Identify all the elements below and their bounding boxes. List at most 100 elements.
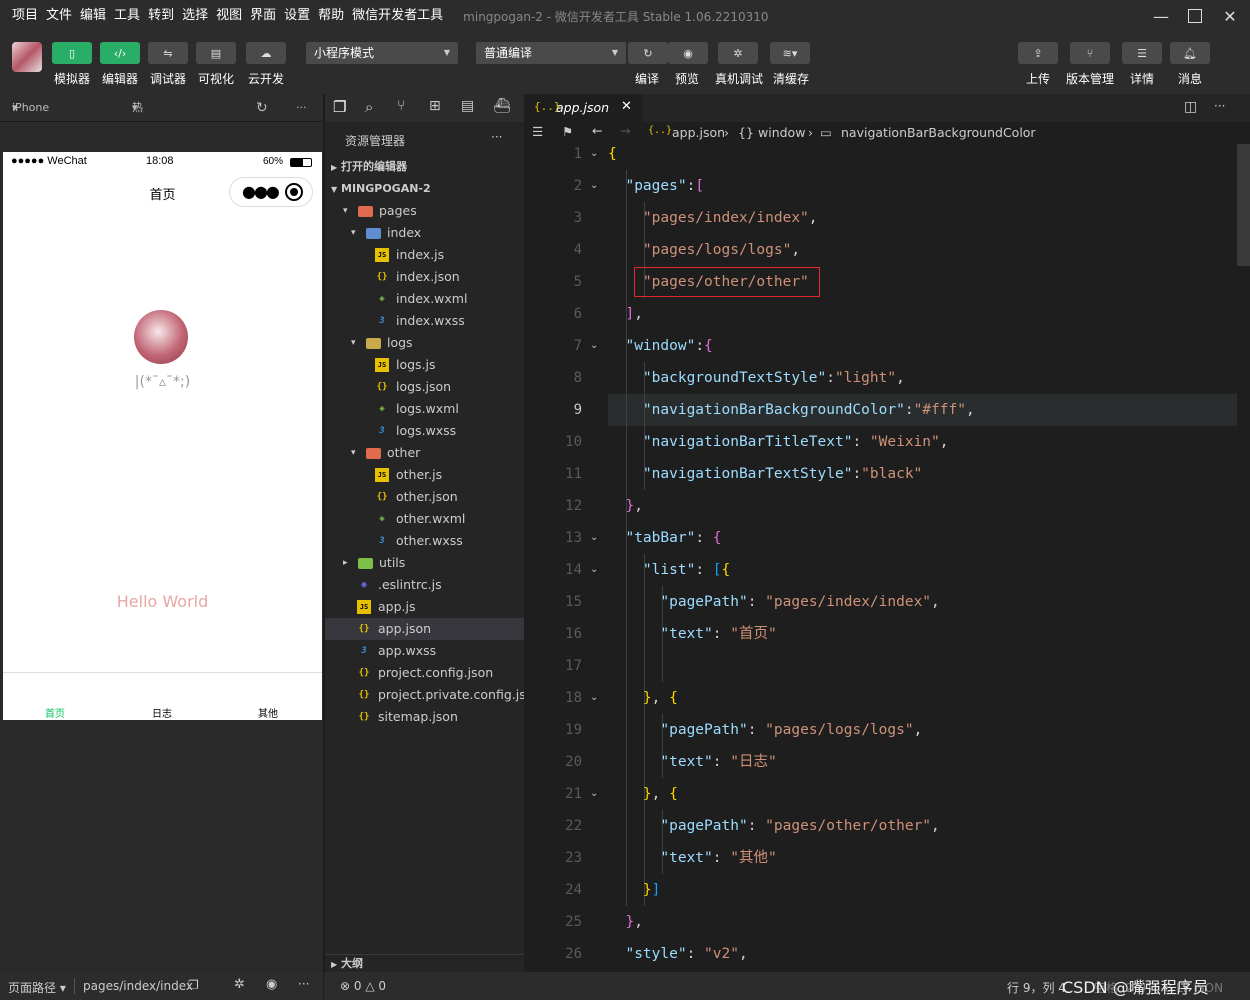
remote-debug-button[interactable]: 真机调试 [715, 70, 763, 87]
source-control-icon[interactable]: ⑂ [397, 98, 405, 114]
tree-item[interactable]: {} logs.json [325, 376, 524, 398]
breadcrumb-file[interactable]: app.json [672, 125, 725, 140]
menu-item[interactable]: 转到 [144, 0, 178, 32]
menu-item[interactable]: 帮助 [314, 0, 348, 32]
more-dots-icon[interactable]: ●●● [242, 182, 280, 201]
bug-icon[interactable]: ✲ [234, 977, 245, 992]
layers-icon[interactable]: ≋▾ [770, 42, 810, 64]
tree-item[interactable]: ◈ other.wxml [325, 508, 524, 530]
upload-icon[interactable]: ⇪ [1018, 42, 1058, 64]
tree-item[interactable]: ▾ other [325, 442, 524, 464]
breadcrumb-key[interactable]: navigationBarBackgroundColor [841, 125, 1036, 140]
visual-button[interactable]: 可视化 [198, 70, 234, 87]
simulator-icon[interactable]: ▯ [52, 42, 92, 64]
messages-button[interactable]: 消息 [1178, 70, 1202, 87]
tree-item[interactable]: 3 logs.wxss [325, 420, 524, 442]
tree-item[interactable]: 3 app.wxss [325, 640, 524, 662]
panel-icon[interactable]: ▤ [461, 98, 474, 114]
tree-item[interactable]: JS logs.js [325, 354, 524, 376]
tree-item[interactable]: ▸ utils [325, 552, 524, 574]
branch-icon[interactable]: ⑂ [1070, 42, 1110, 64]
preview-button[interactable]: 预览 [675, 70, 699, 87]
tree-item[interactable]: {} project.private.config.js... [325, 684, 538, 706]
bookmark-icon[interactable]: ⚑ [562, 124, 573, 139]
tab-other[interactable]: 其他 [258, 705, 278, 720]
more-icon[interactable]: ··· [491, 130, 502, 144]
clear-cache-button[interactable]: 清缓存 [773, 70, 809, 87]
debugger-button[interactable]: 调试器 [150, 70, 186, 87]
tree-item[interactable]: {} other.json [325, 486, 524, 508]
version-button[interactable]: 版本管理 [1066, 70, 1114, 87]
bug-icon[interactable]: ✲ [718, 42, 758, 64]
debugger-icon[interactable]: ⇋ [148, 42, 188, 64]
tree-item[interactable]: 3 index.wxss [325, 310, 524, 332]
outline-section[interactable]: ▶ 大纲 [325, 954, 524, 972]
copy-icon[interactable]: ❐ [188, 978, 199, 992]
eye-icon[interactable]: ◉ [668, 42, 708, 64]
tree-item[interactable]: 3 other.wxss [325, 530, 524, 552]
close-icon[interactable]: ✕ [621, 99, 632, 114]
more-icon[interactable]: ··· [298, 977, 309, 991]
files-icon[interactable]: ❐ [333, 98, 346, 116]
menu-icon[interactable]: ☰ [1122, 42, 1162, 64]
menu-item[interactable]: 文件 [42, 0, 76, 32]
menu-item[interactable]: 项目 [8, 0, 42, 32]
hot-reload-toggle[interactable]: 热重载 开 ▾ [132, 94, 143, 198]
menu-item[interactable]: 选择 [178, 0, 212, 32]
compile-select[interactable]: 普通编译 ▼ [476, 42, 626, 64]
scrollbar-thumb[interactable] [1237, 144, 1250, 266]
editor-button[interactable]: 编辑器 [102, 70, 138, 87]
close-mini-icon[interactable] [285, 183, 303, 201]
tree-item[interactable]: JS app.js [325, 596, 524, 618]
fold-icon[interactable]: ⌄ [590, 522, 598, 554]
docker-icon[interactable]: ⛴ [493, 98, 511, 114]
scrollbar[interactable] [1237, 144, 1250, 972]
details-button[interactable]: 详情 [1130, 70, 1154, 87]
fold-icon[interactable]: ⌄ [590, 682, 598, 714]
menu-item[interactable]: 界面 [246, 0, 280, 32]
cursor-position[interactable]: 行 9，列 4 [1007, 979, 1066, 996]
menu-item[interactable]: 编辑 [76, 0, 110, 32]
problems-count[interactable]: ⊗ 0 △ 0 [340, 979, 386, 993]
upload-button[interactable]: 上传 [1026, 70, 1050, 87]
fold-icon[interactable]: ⌄ [590, 330, 598, 362]
eye-icon[interactable]: ◉ [266, 977, 277, 992]
close-icon[interactable]: ✕ [1215, 0, 1245, 32]
bell-icon[interactable]: 🔔︎ [1170, 42, 1210, 64]
visual-icon[interactable]: ▤ [196, 42, 236, 64]
tab-home[interactable]: 首页 [45, 705, 65, 720]
editor-icon[interactable]: ‹/› [100, 42, 140, 64]
avatar[interactable] [12, 42, 42, 72]
minimize-icon[interactable]: — [1146, 0, 1176, 32]
tree-item[interactable]: ▾ index [325, 222, 524, 244]
menu-item[interactable]: 微信开发者工具 [348, 0, 447, 32]
refresh-icon[interactable]: ↻ [628, 42, 668, 64]
breadcrumb-window[interactable]: window [758, 125, 805, 140]
tab-app-json[interactable]: {..} app.json ✕ [524, 94, 642, 122]
tree-item[interactable]: ▾ pages [325, 200, 524, 222]
fold-icon[interactable]: ⌄ [590, 144, 598, 170]
cloud-icon[interactable]: ☁ [246, 42, 286, 64]
more-icon[interactable]: ··· [296, 94, 307, 122]
open-editors-section[interactable]: ▶ 打开的编辑器 [325, 156, 524, 178]
tree-item[interactable]: ◈ index.wxml [325, 288, 524, 310]
menu-item[interactable]: 设置 [280, 0, 314, 32]
fold-icon[interactable]: ⌄ [590, 554, 598, 586]
tree-item[interactable]: {} project.config.json [325, 662, 524, 684]
tree-item[interactable]: {} app.json [325, 618, 524, 640]
device-select[interactable]: iPhone 5 100% 16 ▾ [12, 94, 49, 198]
capsule-button[interactable]: ●●● [229, 177, 313, 207]
fold-icon[interactable]: ⌄ [590, 778, 598, 810]
extensions-icon[interactable]: ⊞ [429, 98, 441, 114]
project-section[interactable]: ▼ MINGPOGAN-2 [325, 178, 524, 200]
simulator-button[interactable]: 模拟器 [54, 70, 90, 87]
rotate-icon[interactable]: ↻ [256, 94, 268, 122]
maximize-icon[interactable] [1180, 0, 1210, 32]
tree-item[interactable]: JS index.js [325, 244, 524, 266]
tree-item[interactable]: ◈ logs.wxml [325, 398, 524, 420]
tree-item[interactable]: ▾ logs [325, 332, 524, 354]
fold-icon[interactable]: ⌄ [590, 170, 598, 202]
tree-item[interactable]: {} sitemap.json [325, 706, 524, 728]
cloud-dev-button[interactable]: 云开发 [248, 70, 284, 87]
mode-select[interactable]: 小程序模式 ▼ [306, 42, 458, 64]
